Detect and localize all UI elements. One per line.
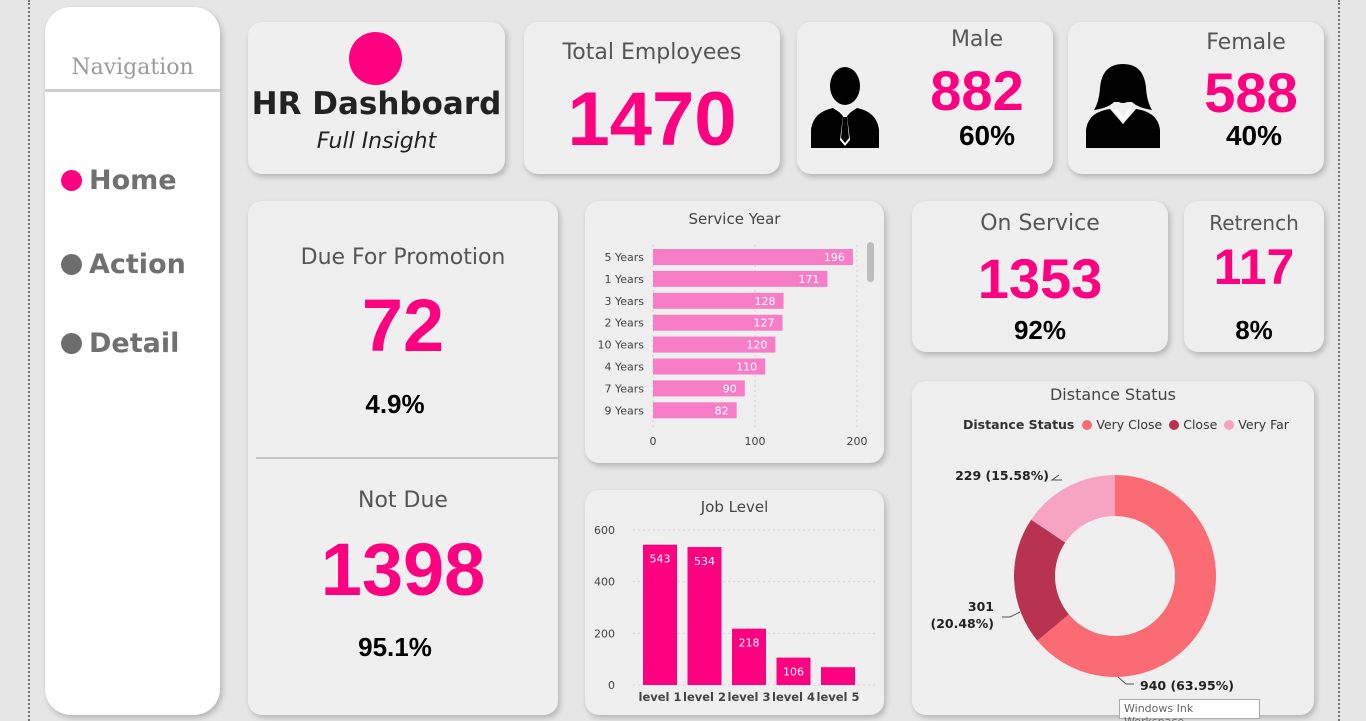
action-dot-icon xyxy=(61,254,82,275)
home-dot-icon xyxy=(61,170,82,191)
service-year-data-label: 196 xyxy=(824,251,845,264)
service-year-data-label: 171 xyxy=(798,273,819,286)
retrench-card: Retrench 117 8% xyxy=(1184,201,1324,352)
distance-data-label: 229 (15.58%) xyxy=(955,468,1049,483)
service-year-category-label: 9 Years xyxy=(604,404,644,417)
total-employees-card: Total Employees 1470 xyxy=(524,22,780,174)
male-label: Male xyxy=(950,27,1004,52)
female-percentage: 40% xyxy=(1225,120,1283,151)
service-year-category-label: 2 Years xyxy=(604,317,644,330)
service-year-card: Service Year 0 100 200 5 Years 196 1 Years 171… xyxy=(585,201,884,463)
due-for-promotion-label: Due For Promotion xyxy=(300,245,506,270)
service-year-data-label: 90 xyxy=(723,382,737,395)
service-year-category-label: 4 Years xyxy=(604,361,644,374)
service-year-category-label: 7 Years xyxy=(604,382,644,395)
dashboard-title-card: HR Dashboard Full Insight xyxy=(248,22,505,174)
service-year-data-label: 120 xyxy=(746,339,767,352)
nav-home-button[interactable]: Home xyxy=(61,165,177,196)
on-service-label: On Service xyxy=(980,211,1100,236)
job-level-chart: 0 200 400 600 543 level 1 534 level 2 218 level 3… xyxy=(594,524,875,704)
promotion-card: Due For Promotion 72 4.9% Not Due 1398 9… xyxy=(248,201,558,715)
service-year-data-label: 127 xyxy=(754,317,775,330)
distance-data-label: (20.48%) xyxy=(931,616,995,631)
left-border xyxy=(28,0,30,721)
male-value: 882 xyxy=(930,59,1024,122)
right-border xyxy=(1338,0,1340,721)
job-level-bar xyxy=(643,544,677,685)
job-level-data-label: 106 xyxy=(783,666,804,679)
job-level-category-label: level 2 xyxy=(683,690,726,704)
job-level-category-label: level 1 xyxy=(639,690,682,704)
on-service-percentage: 92% xyxy=(1013,315,1067,345)
service-year-category-label: 3 Years xyxy=(604,295,644,308)
job-level-tick-label: 0 xyxy=(608,679,615,692)
logo-dot-icon xyxy=(349,32,402,85)
page-title: HR Dashboard xyxy=(251,86,502,122)
female-value: 588 xyxy=(1204,61,1298,124)
male-card: Male 882 60% xyxy=(797,22,1053,174)
windows-ink-tooltip: Windows Ink Workspace xyxy=(1119,699,1260,721)
service-year-category-label: 10 Years xyxy=(597,339,644,352)
not-due-percentage: 95.1% xyxy=(358,632,432,662)
due-for-promotion-value: 72 xyxy=(361,284,445,367)
not-due-label: Not Due xyxy=(358,488,448,513)
on-service-value: 1353 xyxy=(977,247,1103,310)
promotion-divider xyxy=(256,457,558,459)
page-subtitle: Full Insight xyxy=(316,129,437,154)
service-year-chart: 0 100 200 5 Years 196 1 Years 171 3 Years 128 2 Y… xyxy=(597,245,868,448)
nav-action-button[interactable]: Action xyxy=(61,249,186,280)
female-label: Female xyxy=(1206,30,1286,55)
total-employees-label: Total Employees xyxy=(562,40,742,65)
man-silhouette-icon xyxy=(811,67,879,148)
navigation-divider xyxy=(45,89,220,92)
due-for-promotion-percentage: 4.9% xyxy=(365,389,425,419)
distance-leader-line xyxy=(1050,474,1062,481)
nav-detail-button[interactable]: Detail xyxy=(61,328,179,359)
total-employees-value: 1470 xyxy=(567,77,737,162)
job-level-bar xyxy=(821,667,855,685)
service-year-scrollbar[interactable] xyxy=(867,242,874,282)
service-year-tick-label: 100 xyxy=(745,435,766,448)
job-level-data-label: 218 xyxy=(739,637,760,650)
distance-leader-line xyxy=(1002,611,1021,618)
retrench-label: Retrench xyxy=(1209,211,1299,235)
on-service-card: On Service 1353 92% xyxy=(912,201,1168,352)
detail-dot-icon xyxy=(61,333,82,354)
nav-detail-label: Detail xyxy=(89,328,180,359)
distance-status-card: Distance Status Distance Status Very Clo… xyxy=(912,381,1314,715)
distance-leader-line xyxy=(1117,676,1134,685)
navigation-title: Navigation xyxy=(71,55,194,80)
service-year-data-label: 110 xyxy=(736,361,757,374)
distance-data-label: 301 xyxy=(968,599,994,614)
service-year-data-label: 128 xyxy=(755,295,776,308)
male-percentage: 60% xyxy=(958,120,1016,151)
job-level-data-label: 534 xyxy=(694,555,715,568)
job-level-tick-label: 200 xyxy=(594,627,615,640)
service-year-data-label: 82 xyxy=(715,404,729,417)
job-level-category-label: level 4 xyxy=(772,690,815,704)
job-level-tick-label: 600 xyxy=(594,524,615,537)
job-level-category-label: level 5 xyxy=(817,690,860,704)
navigation-panel: Navigation Home Action Detail xyxy=(45,7,220,715)
not-due-value: 1398 xyxy=(320,528,486,611)
distance-donut-chart: 940 (63.95%) 301 (20.48%) 229 (15.58%) xyxy=(931,468,1234,693)
distance-data-label: 940 (63.95%) xyxy=(1140,678,1234,693)
nav-action-label: Action xyxy=(89,249,186,280)
retrench-value: 117 xyxy=(1213,239,1295,295)
service-year-tick-label: 0 xyxy=(650,435,657,448)
service-year-category-label: 5 Years xyxy=(604,251,644,264)
job-level-tick-label: 400 xyxy=(594,576,615,589)
job-level-data-label: 543 xyxy=(650,553,671,566)
female-card: Female 588 40% xyxy=(1068,22,1324,174)
job-level-card: Job Level 0 200 400 600 543 level 1 534 level 2… xyxy=(585,490,884,715)
service-year-category-label: 1 Years xyxy=(604,273,644,286)
woman-silhouette-icon xyxy=(1086,64,1160,148)
nav-home-label: Home xyxy=(89,165,177,196)
retrench-percentage: 8% xyxy=(1235,315,1273,345)
service-year-tick-label: 200 xyxy=(847,435,868,448)
job-level-category-label: level 3 xyxy=(728,690,771,704)
